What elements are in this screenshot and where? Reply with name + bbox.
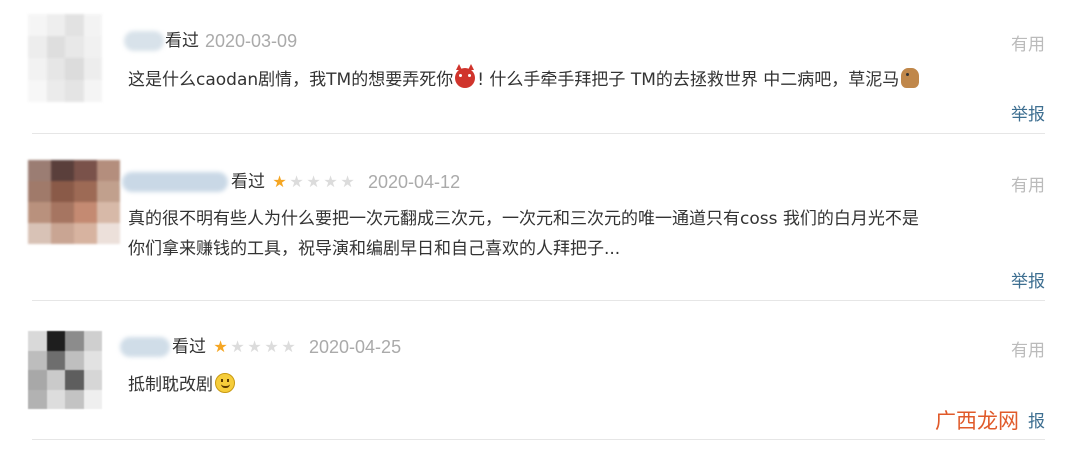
username-redacted[interactable] (124, 31, 164, 51)
star-icon: ★ (247, 337, 262, 356)
comment-text: 这是什么caodan剧情，我TM的想要弄死你 ! 什么手牵手拜把子 TM的去拯救世… (128, 64, 1038, 95)
comment-text-part: 抵制耽改剧 (128, 375, 213, 395)
comment-text-line: 真的很不明有些人为什么要把一次元翻成三次元，一次元和三次元的唯一通道只有coss… (128, 209, 919, 229)
devil-face-icon (455, 64, 476, 88)
avatar[interactable] (28, 331, 102, 409)
horse-icon (901, 68, 920, 88)
seen-label: 看过 (231, 172, 265, 192)
comment-date: 2020-04-12 (368, 172, 461, 192)
star-icon: ★ (272, 172, 287, 191)
username-redacted[interactable] (120, 337, 170, 357)
useful-button[interactable]: 有用 (1011, 336, 1045, 361)
comment-item: 看过 ★ ★ ★ ★ ★ 2020-04-12 有用 真的很不明有些人为什么要把一次元翻… (0, 134, 1066, 301)
report-link[interactable]: 举报 (1011, 267, 1045, 292)
star-icon: ★ (340, 172, 355, 191)
report-link[interactable]: 报 (1028, 407, 1045, 432)
comment-meta: 看过 ★ ★ ★ ★ ★ 2020-04-25 (172, 336, 401, 358)
comment-text-part: 这是什么caodan剧情，我TM的想要弄死你 (128, 70, 454, 90)
useful-button[interactable]: 有用 (1011, 171, 1045, 196)
comment-item: 看过 2020-03-09 有用 这是什么caodan剧情，我TM的想要弄死你!… (0, 0, 1066, 134)
star-icon: ★ (306, 172, 321, 191)
comment-text: 抵制耽改剧 (128, 370, 1038, 400)
comments-list: 看过 2020-03-09 有用 这是什么caodan剧情，我TM的想要弄死你!… (0, 0, 1066, 450)
comment-text: 真的很不明有些人为什么要把一次元翻成三次元，一次元和三次元的唯一通道只有coss… (128, 204, 1038, 264)
username-redacted[interactable] (122, 172, 228, 192)
star-icon: ★ (230, 337, 245, 356)
star-icon: ★ (323, 172, 338, 191)
star-icon: ★ (289, 172, 304, 191)
rating-stars: ★ ★ ★ ★ ★ (271, 173, 356, 191)
star-icon: ★ (264, 337, 279, 356)
star-icon: ★ (213, 337, 228, 356)
comment-date: 2020-04-25 (309, 337, 402, 357)
report-link[interactable]: 举报 (1011, 100, 1045, 125)
seen-label: 看过 (172, 337, 206, 357)
comment-text-line: 你们拿来赚钱的工具，祝导演和编剧早日和自己喜欢的人拜把子... (128, 239, 621, 259)
useful-button[interactable]: 有用 (1011, 30, 1045, 55)
comment-item: 看过 ★ ★ ★ ★ ★ 2020-04-25 有用 抵制耽改剧 报 (0, 301, 1066, 440)
comment-text-part: ! 什么手牵手拜把子 TM的去拯救世界 中二病吧，草泥马 (477, 70, 900, 90)
rating-stars: ★ ★ ★ ★ ★ (212, 338, 297, 356)
divider (32, 439, 1045, 440)
comment-meta: 看过 ★ ★ ★ ★ ★ 2020-04-12 (231, 171, 460, 193)
seen-label: 看过 (165, 31, 199, 51)
comment-meta: 看过 2020-03-09 (165, 30, 297, 52)
avatar[interactable] (28, 160, 120, 244)
star-icon: ★ (281, 337, 296, 356)
comment-date: 2020-03-09 (205, 31, 298, 51)
avatar[interactable] (28, 14, 102, 102)
watermark-logo: 广西龙网 (935, 409, 1019, 433)
smile-icon (215, 373, 235, 393)
